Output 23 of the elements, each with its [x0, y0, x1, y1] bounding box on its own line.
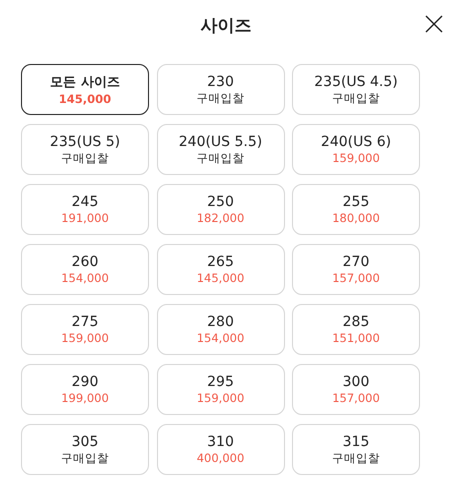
close-icon: [425, 15, 443, 33]
size-option[interactable]: 235(US 4.5) 구매입찰: [292, 64, 420, 115]
size-option[interactable]: 240(US 5.5) 구매입찰: [156, 124, 284, 175]
size-option[interactable]: 255 180,000: [292, 184, 420, 235]
size-option[interactable]: 270 157,000: [292, 244, 420, 295]
size-option[interactable]: 250 182,000: [156, 184, 284, 235]
size-option[interactable]: 240(US 6) 159,000: [292, 124, 420, 175]
size-option[interactable]: 285 151,000: [292, 304, 420, 355]
size-option[interactable]: 280 154,000: [156, 304, 284, 355]
size-option[interactable]: 305 구매입찰: [21, 424, 149, 475]
size-option[interactable]: 275 159,000: [21, 304, 149, 355]
size-option[interactable]: 300 157,000: [292, 364, 420, 415]
dialog-title: 사이즈: [200, 14, 252, 36]
size-option[interactable]: 모든 사이즈 145,000: [21, 64, 149, 115]
size-option[interactable]: 235(US 5) 구매입찰: [21, 124, 149, 175]
size-option[interactable]: 290 199,000: [21, 364, 149, 415]
size-option[interactable]: 310 400,000: [156, 424, 284, 475]
size-option[interactable]: 315 구매입찰: [292, 424, 420, 475]
size-option[interactable]: 295 159,000: [156, 364, 284, 415]
size-option[interactable]: 245 191,000: [21, 184, 149, 235]
size-option[interactable]: 230 구매입찰: [156, 64, 284, 115]
size-option[interactable]: 265 145,000: [156, 244, 284, 295]
size-option[interactable]: 260 154,000: [21, 244, 149, 295]
